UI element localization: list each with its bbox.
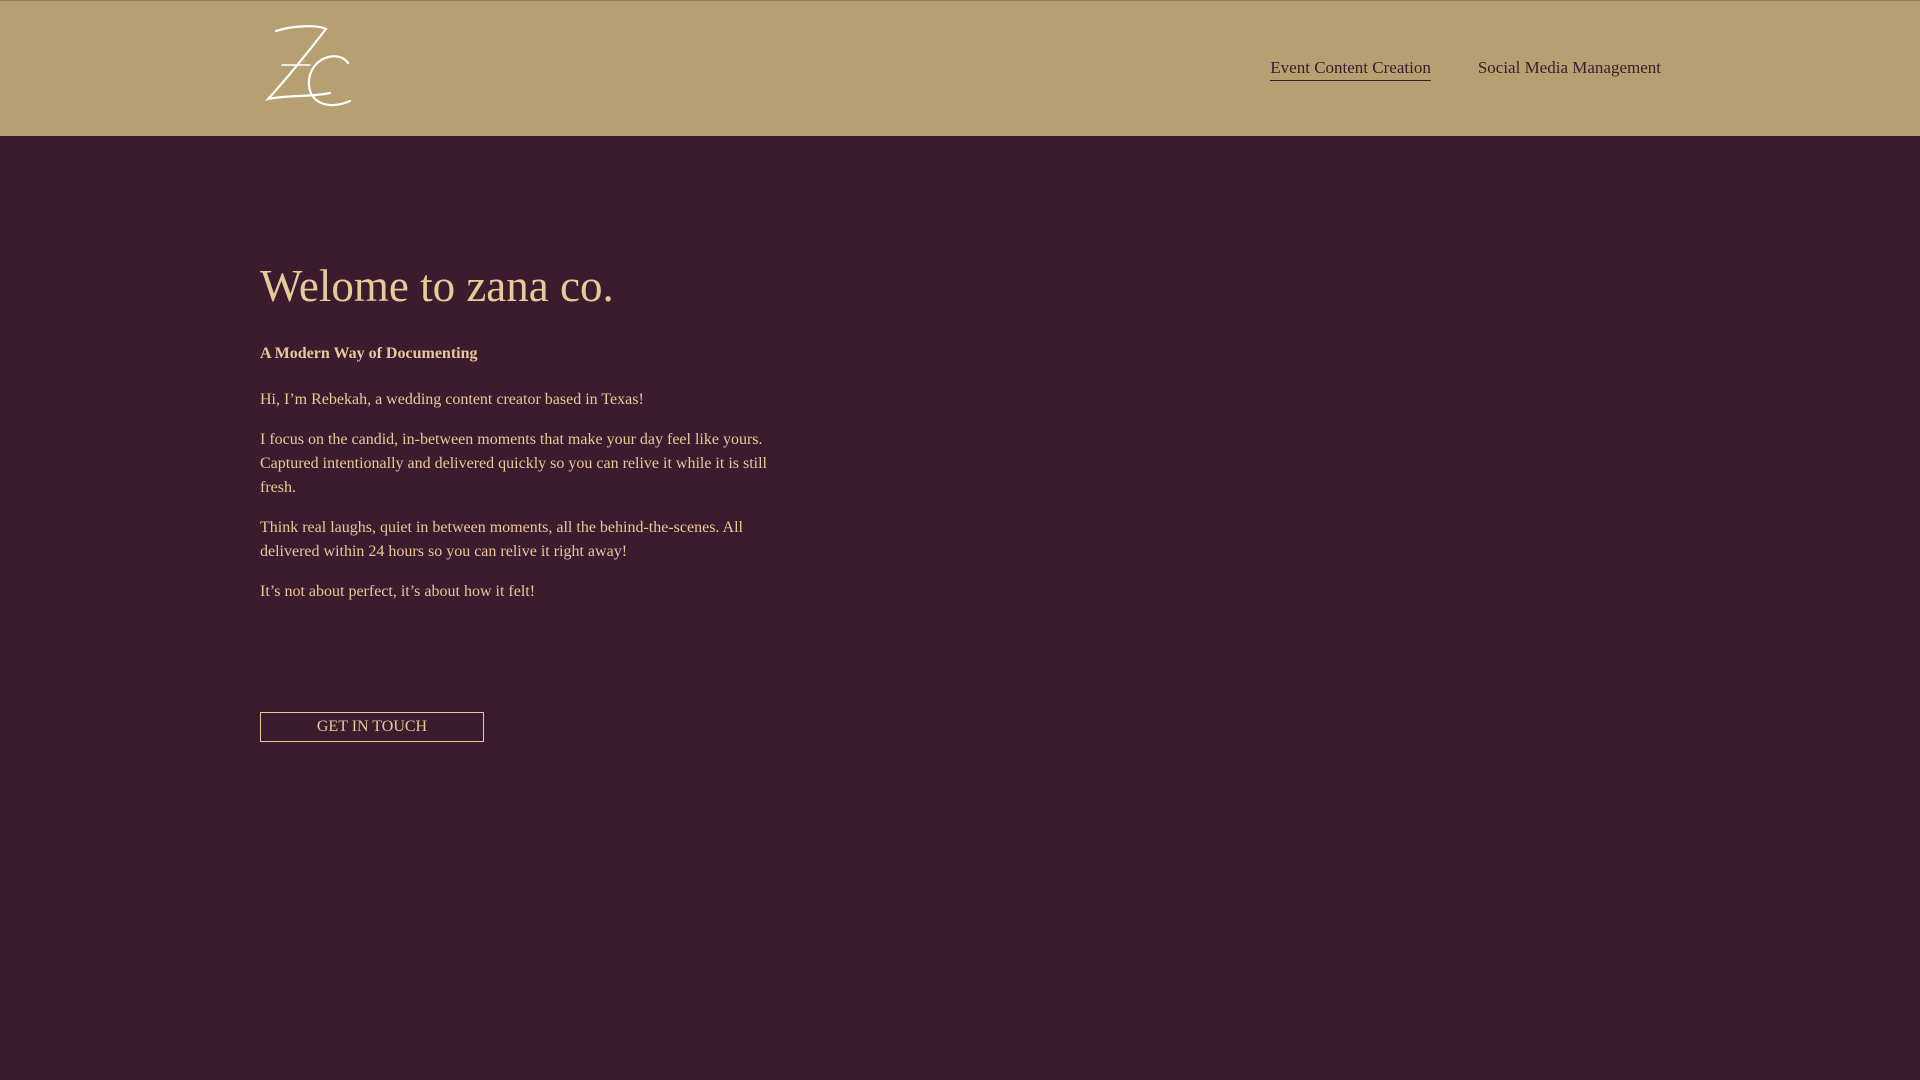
get-in-touch-button[interactable]: GET IN TOUCH bbox=[260, 712, 484, 742]
nav-social-media-management[interactable]: Social Media Management bbox=[1478, 57, 1661, 81]
main-nav: Event Content Creation Social Media Mana… bbox=[1270, 57, 1661, 81]
closing-paragraph: It’s not about perfect, it’s about how i… bbox=[260, 583, 536, 600]
intro-paragraph: Hi, I’m Rebekah, a wedding content creat… bbox=[260, 391, 644, 408]
hero-section: Welome to zana co. A Modern Way of Docum… bbox=[260, 136, 800, 604]
zc-logo-icon[interactable] bbox=[260, 21, 356, 117]
site-header: Event Content Creation Social Media Mana… bbox=[0, 0, 1920, 136]
page-title: Welome to zana co. bbox=[260, 261, 614, 311]
delivery-paragraph: Think real laughs, quiet in between mome… bbox=[260, 519, 743, 560]
nav-event-content-creation[interactable]: Event Content Creation bbox=[1270, 57, 1431, 81]
focus-paragraph: I focus on the candid, in-between moment… bbox=[260, 431, 767, 496]
hero-subtitle: A Modern Way of Documenting bbox=[260, 345, 478, 362]
zc-monogram-icon bbox=[264, 25, 352, 107]
